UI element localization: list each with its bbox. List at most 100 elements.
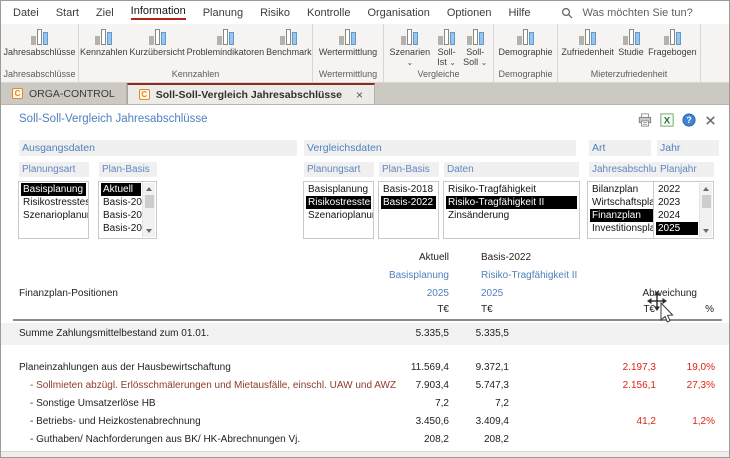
list-option[interactable]: 2023	[656, 196, 698, 209]
list-option[interactable]: Basisplanung	[21, 183, 86, 196]
demographie-button[interactable]: Demographie	[497, 27, 553, 57]
soll-soll-dropdown-button[interactable]: Soll- Soll ⌄	[462, 27, 488, 67]
bar-chart-icon	[29, 27, 49, 45]
bottom-strip	[1, 451, 729, 457]
listbox-jahresabschluss[interactable]: Bilanzplan Wirtschaftsplan Finanzplan In…	[587, 181, 656, 239]
list-option[interactable]: 2022	[656, 183, 698, 196]
kennzahlen-button[interactable]: Kennzahlen	[79, 27, 129, 57]
listbox-planungsart-vergleich[interactable]: Basisplanung Risikostresstest Szenariopl…	[303, 181, 374, 239]
list-option[interactable]: Basisplanung	[306, 183, 371, 196]
list-option[interactable]: Basis-2022	[381, 196, 436, 209]
listbox-planungsart-ausgang[interactable]: Basisplanung Risikostresstest Szenariopl…	[18, 181, 89, 239]
scroll-thumb[interactable]	[702, 195, 711, 208]
list-option[interactable]: Szenarioplanung	[306, 209, 371, 222]
studie-button[interactable]: Studie	[617, 27, 645, 57]
finanzplan-table: Summe Zahlungsmittelbestand zum 01.01. 5…	[1, 323, 729, 449]
list-option[interactable]: Basis-2008	[101, 196, 141, 209]
scrollbar[interactable]	[699, 183, 712, 237]
kurzuebersicht-button[interactable]: Kurzübersicht	[129, 27, 186, 57]
tell-me-search[interactable]: Was möchten Sie tun?	[561, 7, 692, 19]
list-option[interactable]: Bilanzplan	[590, 183, 653, 196]
label-plan-basis-vergleich: Plan-Basis	[379, 162, 439, 177]
ribbon-group-label: Mieterzufriedenheit	[558, 69, 700, 82]
row-abweichung-te: 2.197,3	[509, 359, 656, 377]
menu-item-datei[interactable]: Datei	[13, 7, 39, 19]
bar-chart-icon	[516, 27, 536, 45]
bar-chart-icon	[621, 27, 641, 45]
list-option[interactable]: Aktuell	[101, 183, 141, 196]
listbox-plan-basis-vergleich[interactable]: Basis-2018 Basis-2022	[378, 181, 439, 239]
scroll-thumb[interactable]	[145, 195, 154, 208]
row-value-vergleich: 5.747,3	[449, 377, 509, 395]
row-value-plan: 7.903,4	[350, 377, 449, 395]
excel-export-icon[interactable]: X	[660, 113, 674, 127]
row-value-vergleich: 3.409,4	[449, 413, 509, 431]
abweichung-te-unit-label: T€	[643, 304, 655, 315]
row-label: - Betriebs- und Heizkostenabrechnung	[19, 413, 350, 431]
row-abweichung-te: 2.156,1	[509, 377, 656, 395]
tab-soll-soll-vergleich[interactable]: C Soll-Soll-Vergleich Jahresabschlüsse ×	[127, 83, 375, 104]
label-plan-basis-ausgang: Plan-Basis	[99, 162, 157, 177]
zufriedenheit-button[interactable]: Zufriedenheit	[560, 27, 615, 57]
menu-item-information[interactable]: Information	[131, 5, 186, 20]
listbox-daten[interactable]: Risiko-Tragfähigkeit Risiko-Tragfähigkei…	[443, 181, 580, 239]
row-value-plan: 3.450,6	[350, 413, 449, 431]
row-value-vergleich: 208,2	[449, 431, 509, 449]
col1-year-label: 2025	[427, 288, 449, 299]
table-row-sonstige-umsatzerloese: - Sonstige Umsatzerlöse HB 7,2 7,2	[1, 395, 729, 413]
list-option[interactable]: Zinsänderung	[446, 209, 577, 222]
menu-item-planung[interactable]: Planung	[203, 7, 243, 19]
tab-orga-control[interactable]: C ORGA-CONTROL	[1, 83, 127, 104]
tab-close-icon[interactable]: ×	[356, 88, 363, 102]
list-option[interactable]: Basis-2012	[101, 209, 141, 222]
list-option[interactable]: Finanzplan	[590, 209, 653, 222]
scrollbar[interactable]	[142, 183, 155, 237]
listbox-plan-basis-ausgang[interactable]: Aktuell Basis-2008 Basis-2012 Basis-2013	[98, 181, 157, 239]
list-option[interactable]: Risiko-Tragfähigkeit II	[446, 196, 577, 209]
list-option[interactable]: 2025	[656, 222, 698, 235]
list-option[interactable]: 2024	[656, 209, 698, 222]
table-row-planeinzahlungen: Planeinzahlungen aus der Hausbewirtschaf…	[1, 359, 729, 377]
list-option[interactable]: Wirtschaftsplan	[590, 196, 653, 209]
wertermittlung-button[interactable]: Wertermittlung	[318, 27, 378, 57]
print-icon[interactable]	[638, 113, 652, 127]
list-option[interactable]: Risikostresstest	[306, 196, 371, 209]
scroll-down-icon[interactable]	[146, 229, 152, 233]
label-jahresabschluss: Jahresabschluss	[589, 162, 657, 177]
list-option[interactable]: Szenarioplanung	[21, 209, 86, 222]
list-option[interactable]: Basis-2013	[101, 222, 141, 235]
row-label: - Guthaben/ Nachforderungen aus BK/ HK-A…	[19, 431, 350, 449]
menu-item-organisation[interactable]: Organisation	[367, 7, 429, 19]
szenarien-dropdown-button[interactable]: Szenarien ⌄	[389, 27, 432, 67]
section-art: Art	[589, 140, 651, 156]
ribbon: Jahresabschlüsse Jahresabschlüsse Kennza…	[1, 24, 729, 83]
chevron-down-icon: ⌄	[449, 58, 456, 67]
jahresabschluesse-button[interactable]: Jahresabschlüsse	[2, 27, 76, 57]
problemindikatoren-button[interactable]: Problemindikatoren	[186, 27, 266, 57]
list-option[interactable]: Risikostresstest	[21, 196, 86, 209]
row-header-label: Finanzplan-Positionen	[19, 288, 118, 299]
scroll-up-icon[interactable]	[146, 187, 152, 191]
col2-year-label: 2025	[481, 288, 503, 299]
fragebogen-button[interactable]: Fragebogen	[647, 27, 698, 57]
menu-item-ziel[interactable]: Ziel	[96, 7, 114, 19]
menu-item-risiko[interactable]: Risiko	[260, 7, 290, 19]
benchmark-button[interactable]: Benchmark	[265, 27, 313, 57]
menu-item-kontrolle[interactable]: Kontrolle	[307, 7, 350, 19]
menu-item-optionen[interactable]: Optionen	[447, 7, 492, 19]
bar-chart-icon	[94, 27, 114, 45]
page-title: Soll-Soll-Vergleich Jahresabschlüsse	[19, 113, 208, 125]
scroll-down-icon[interactable]	[703, 229, 709, 233]
ribbon-filler	[701, 24, 729, 82]
close-icon[interactable]	[704, 114, 717, 127]
list-option[interactable]: Basis-2018	[381, 183, 436, 196]
menu-item-hilfe[interactable]: Hilfe	[508, 7, 530, 19]
col1-unit-label: T€	[437, 304, 449, 315]
list-option[interactable]: Risiko-Tragfähigkeit	[446, 183, 577, 196]
help-icon[interactable]: ?	[682, 113, 696, 127]
list-option[interactable]: Investitionsplan	[590, 222, 653, 235]
listbox-planjahr[interactable]: 2022 2023 2024 2025	[653, 181, 714, 239]
scroll-up-icon[interactable]	[703, 187, 709, 191]
soll-ist-dropdown-button[interactable]: Soll- Ist ⌄	[436, 27, 458, 67]
menu-item-start[interactable]: Start	[56, 7, 79, 19]
